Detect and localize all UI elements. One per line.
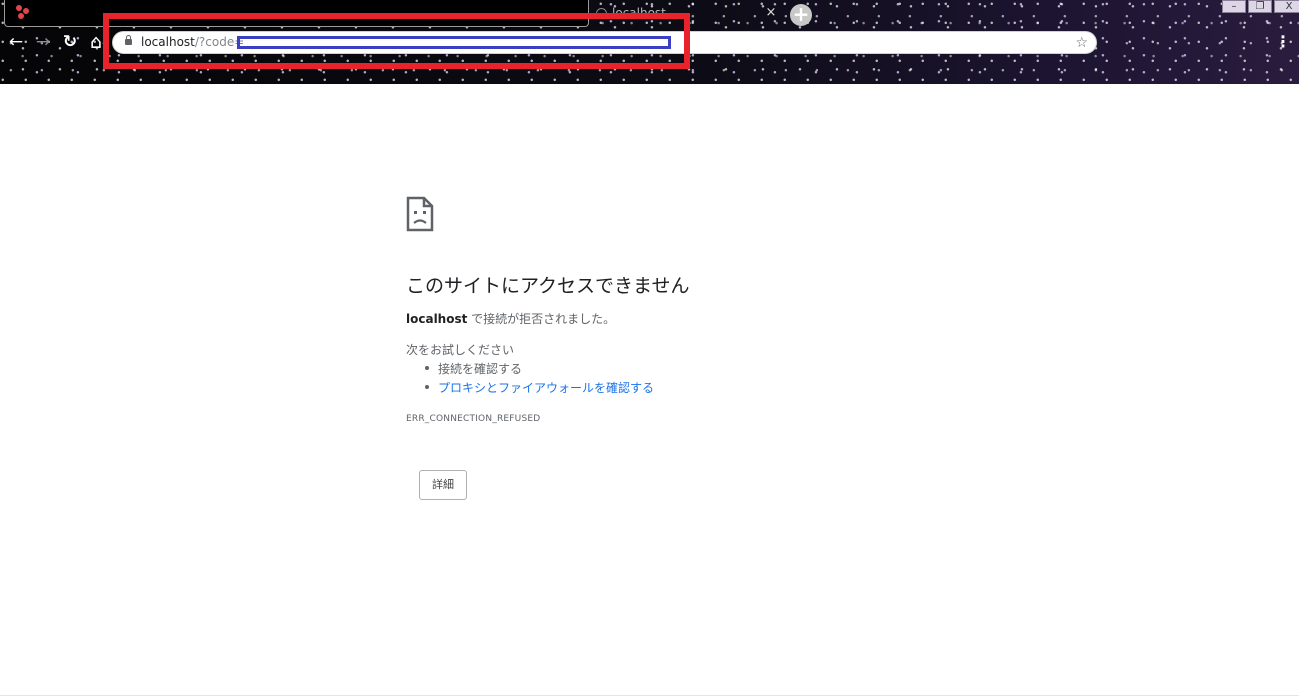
annotation-red-box (103, 13, 690, 69)
menu-icon[interactable]: ⋮ (1275, 33, 1291, 53)
suggestion-check-proxy-link[interactable]: プロキシとファイアウォールを確認する (406, 379, 654, 398)
reload-icon[interactable]: ↻ (60, 32, 80, 52)
minimize-button[interactable]: – (1222, 0, 1246, 13)
forward-icon[interactable]: → (33, 32, 53, 52)
error-description: localhost で接続が拒否されました。 (406, 310, 615, 327)
browser-toolbar: localhost × + – ❐ X ← → ↻ ⌂ localhost/?c… (0, 0, 1299, 84)
back-icon[interactable]: ← (6, 32, 26, 52)
star-icon[interactable]: ☆ (1075, 34, 1088, 52)
window-controls: – ❐ X (1222, 0, 1299, 14)
suggestion-list: 接続を確認する プロキシとファイアウォールを確認する (406, 360, 654, 398)
error-host: localhost (406, 312, 468, 326)
try-label: 次をお試しください (406, 343, 515, 357)
restore-button[interactable]: ❐ (1248, 0, 1272, 13)
error-code: ERR_CONNECTION_REFUSED (406, 414, 541, 424)
error-description-text: で接続が拒否されました。 (467, 312, 616, 326)
bottom-divider (0, 695, 1299, 696)
error-title: このサイトにアクセスできません (406, 275, 690, 297)
details-button[interactable]: 詳細 (419, 470, 467, 500)
tab-close-icon[interactable]: × (764, 6, 778, 20)
favicon-icon (15, 5, 31, 21)
close-window-button[interactable]: X (1274, 0, 1299, 13)
suggestion-check-connection: 接続を確認する (406, 360, 654, 379)
new-tab-button[interactable]: + (790, 4, 812, 26)
sad-document-icon (406, 196, 434, 232)
